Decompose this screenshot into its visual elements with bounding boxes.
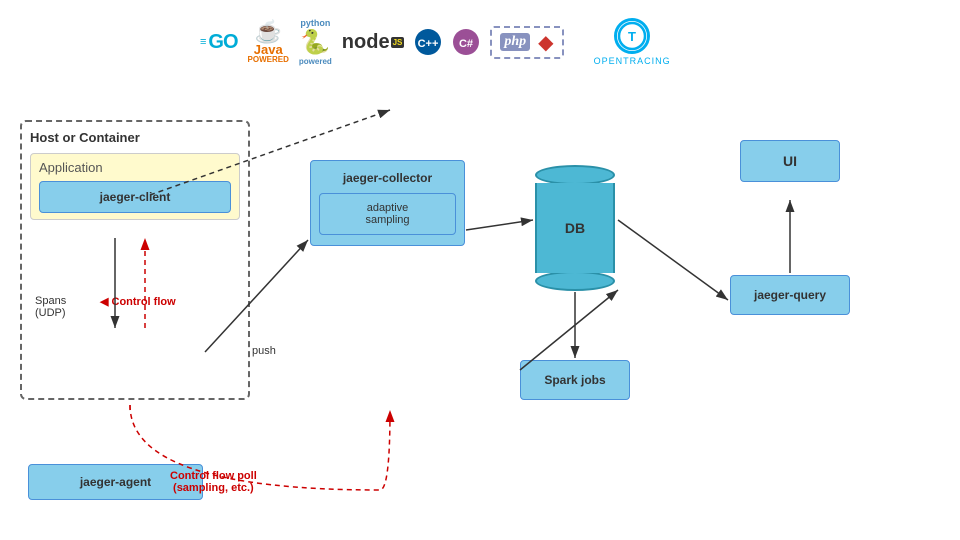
diagram: Host or Container Application jaeger-cli… [0, 90, 960, 530]
jaeger-query-box: jaeger-query [730, 275, 850, 315]
app-label: Application [39, 160, 231, 175]
db-cylinder: DB [535, 165, 615, 291]
opentracing-icon: T [617, 21, 647, 51]
host-container-box: Host or Container Application jaeger-cli… [20, 120, 250, 400]
jaeger-collector-label: jaeger-collector [319, 171, 456, 185]
svg-text:C++: C++ [418, 38, 439, 50]
python-logo: python 🐍 powered [299, 18, 332, 66]
push-label: push [252, 345, 276, 357]
jaeger-collector-box: jaeger-collector adaptive sampling [310, 160, 465, 246]
php-logo: php ◆ [490, 26, 563, 59]
node-logo: node JS [342, 31, 405, 54]
application-box: Application jaeger-client [30, 153, 240, 220]
db-label: DB [565, 220, 585, 236]
ruby-logo: ◆ [538, 30, 553, 55]
cpp-icon: C++ [414, 28, 442, 56]
csharp-logo: C# [452, 28, 480, 56]
spans-label: Spans (UDP) [35, 295, 66, 319]
ui-box: UI [740, 140, 840, 182]
host-label: Host or Container [30, 130, 240, 145]
go-logo: ≡ GO [200, 31, 238, 54]
java-logo: ☕ Java POWERED [248, 21, 289, 64]
svg-text:C#: C# [459, 38, 473, 50]
cylinder-bottom [535, 271, 615, 291]
cylinder-top [535, 165, 615, 185]
svg-text:T: T [628, 29, 636, 44]
logos-bar: ≡ GO ☕ Java POWERED python 🐍 powered nod… [200, 18, 671, 66]
spark-jobs-box: Spark jobs [520, 360, 630, 400]
cylinder-body: DB [535, 183, 615, 273]
jaeger-client-box: jaeger-client [39, 181, 231, 213]
opentracing-logo: T OPENTRACING [594, 18, 671, 66]
control-flow-poll-label: Control flow poll (sampling, etc.) [170, 470, 257, 494]
cpp-logo: C++ [414, 28, 442, 56]
csharp-icon: C# [452, 28, 480, 56]
control-flow-label: ◀ Control flow [100, 295, 176, 308]
adaptive-sampling-box: adaptive sampling [319, 193, 456, 235]
